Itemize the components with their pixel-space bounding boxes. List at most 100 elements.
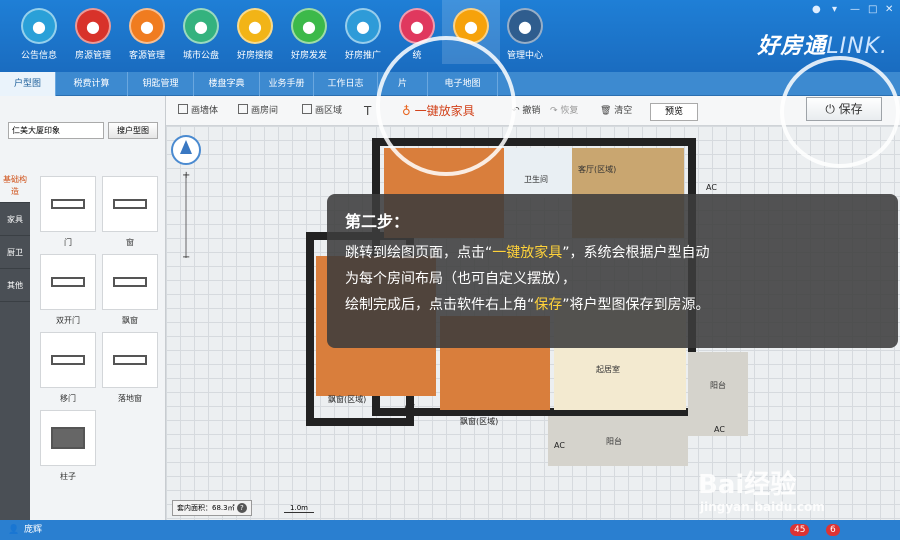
tab-dictionary[interactable]: 楼盘字典	[194, 72, 260, 96]
component-item[interactable]: 门	[40, 176, 96, 248]
brand-logo: 好房通LINK.	[757, 34, 888, 59]
chat-icon: ●	[21, 8, 57, 44]
app-search[interactable]: ● 好房搜搜	[226, 8, 284, 61]
overlay-line-1: 跳转到绘图页面，点击“一键放家具”，系统会根据户型自动	[345, 245, 710, 261]
component-thumbnail	[40, 410, 96, 466]
text-tool[interactable]: T	[364, 102, 371, 120]
zoom-out-icon[interactable]: −	[182, 252, 190, 263]
app-label: 城市公盘	[182, 51, 219, 61]
undo-tool[interactable]: ↶ 撤销	[512, 102, 540, 120]
app-rocket[interactable]: ● 好房推广	[334, 8, 392, 61]
app-label: 好房推广	[344, 51, 381, 61]
message-badge[interactable]: 45	[790, 524, 810, 536]
publish-icon: ●	[291, 8, 327, 44]
bell-icon[interactable]: ●	[812, 4, 821, 15]
app-publish[interactable]: ● 好房发发	[280, 8, 338, 61]
app-gear[interactable]: ● 管理中心	[496, 8, 554, 61]
help-icon[interactable]: ?	[236, 503, 247, 513]
project-name-input[interactable]: 仁美大厦印象	[8, 122, 104, 139]
tab-floorplan[interactable]: 户型图	[0, 72, 56, 96]
zoom-in-icon[interactable]: +	[182, 170, 190, 181]
house-icon: ●	[75, 8, 111, 44]
category-tabs: 基础构造 家具 厨卫 其他	[0, 170, 30, 520]
component-label: 落地窗	[118, 394, 142, 403]
overlay-title: 第二步：	[345, 212, 410, 231]
room-label-bay-2: 飘窗(区域)	[460, 416, 498, 426]
balcony-floor	[688, 352, 748, 436]
ac-label: AC	[404, 403, 415, 412]
room-label-balcony: 阳台	[710, 380, 726, 390]
notification-badge[interactable]: 6	[826, 524, 840, 536]
component-item[interactable]: 双开门	[40, 254, 96, 326]
room-label-living: 客厅(区域)	[578, 164, 616, 174]
status-bar: 👤 庞辉 45 6	[0, 520, 900, 540]
category-other[interactable]: 其他	[0, 269, 30, 302]
tab-worklog[interactable]: 工作日志	[314, 72, 378, 96]
room-icon	[238, 104, 248, 114]
category-kitchen-bath[interactable]: 厨卫	[0, 236, 30, 269]
redo-tool[interactable]: ↷ 恢复	[550, 102, 578, 120]
watermark-url: jingyan.baidu.com	[700, 500, 825, 514]
minimize-icon[interactable]: —	[850, 4, 860, 15]
room-label-sitting: 起居室	[596, 364, 620, 374]
category-basic[interactable]: 基础构造	[0, 170, 30, 203]
gear-icon: ●	[507, 8, 543, 44]
area-readout: 套内面积：68.3㎡ ?	[172, 500, 252, 516]
component-thumbnail	[102, 176, 158, 232]
menu-icon[interactable]: ▾	[832, 4, 837, 15]
component-item[interactable]: 移门	[40, 332, 96, 404]
component-item[interactable]: 柱子	[40, 410, 96, 482]
component-thumbnail	[102, 332, 158, 388]
tab-handbook[interactable]: 业务手册	[260, 72, 314, 96]
redo-icon: ↷	[550, 106, 561, 116]
room-label-balcony-2: 阳台	[606, 436, 622, 446]
app-label: 公告信息	[20, 51, 57, 61]
highlight-circle	[780, 56, 900, 168]
draw-wall-tool[interactable]: 画墙体	[178, 102, 218, 120]
app-label: 好房发发	[290, 51, 327, 61]
component-label: 飘窗	[122, 316, 138, 325]
tab-keys[interactable]: 钥匙管理	[128, 72, 194, 96]
wall-icon	[178, 104, 188, 114]
draw-room-tool[interactable]: 画房间	[238, 102, 278, 120]
search-floorplan-button[interactable]: 搜户型图	[108, 122, 158, 139]
app-chat[interactable]: ● 公告信息	[10, 8, 68, 61]
search-icon: ●	[237, 8, 273, 44]
room-label-bay-1: 飘窗(区域)	[328, 394, 366, 404]
room-label-bath: 卫生间	[524, 174, 548, 184]
rocket-icon: ●	[345, 8, 381, 44]
component-item[interactable]: 窗	[102, 176, 158, 248]
city-icon: ●	[183, 8, 219, 44]
component-item[interactable]: 飘窗	[102, 254, 158, 326]
preview-button[interactable]: 预览	[650, 103, 698, 121]
ac-label: AC	[554, 441, 565, 450]
app-person[interactable]: ● 客源管理	[118, 8, 176, 61]
component-thumbnail	[40, 254, 96, 310]
draw-area-tool[interactable]: 画区域	[302, 102, 342, 120]
component-thumbnail	[40, 332, 96, 388]
overlay-line-2: 为每个房间布局（也可自定义摆放），	[345, 271, 576, 287]
app-label: 房源管理	[74, 51, 111, 61]
component-thumbnail	[40, 176, 96, 232]
tab-tax-calc[interactable]: 税费计算	[56, 72, 128, 96]
app-city[interactable]: ● 城市公盘	[172, 8, 230, 61]
person-icon: ●	[129, 8, 165, 44]
ac-label: AC	[706, 183, 717, 192]
category-furniture[interactable]: 家具	[0, 203, 30, 236]
maximize-icon[interactable]: □	[868, 4, 877, 15]
close-icon[interactable]: ✕	[885, 4, 893, 15]
instruction-overlay: 第二步： 跳转到绘图页面，点击“一键放家具”，系统会根据户型自动 为每个房间布局…	[327, 194, 898, 348]
component-label: 柱子	[60, 472, 76, 481]
component-item[interactable]: 落地窗	[102, 332, 158, 404]
user-name: 庞辉	[24, 525, 43, 535]
ac-label: AC	[714, 425, 725, 434]
app-house[interactable]: ● 房源管理	[64, 8, 122, 61]
clear-tool[interactable]: 🗑 清空	[600, 102, 632, 120]
app-label: 客源管理	[128, 51, 165, 61]
highlight-circle	[376, 36, 516, 176]
trash-icon: 🗑	[600, 106, 615, 116]
overlay-line-3: 绘制完成后，点击软件右上角“保存”将户型图保存到房源。	[345, 297, 710, 313]
component-label: 窗	[126, 238, 134, 247]
component-label: 移门	[60, 394, 76, 403]
watermark-logo: Bai经验	[698, 470, 797, 500]
